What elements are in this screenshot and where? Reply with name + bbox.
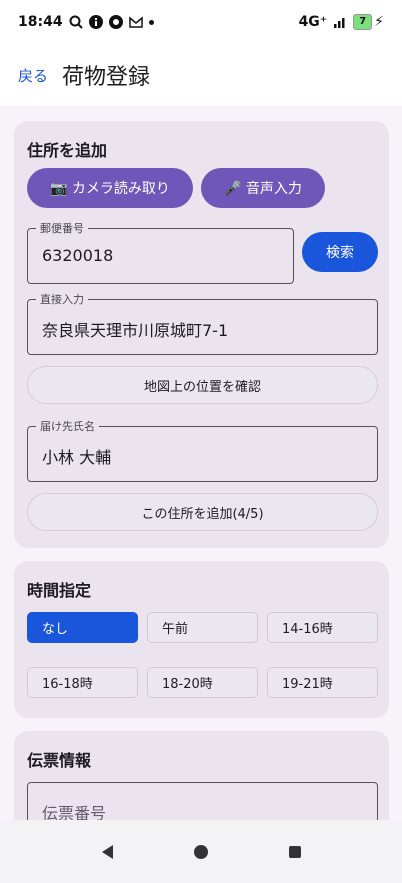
time-option-none[interactable]: なし <box>27 612 138 643</box>
battery-level: 7 <box>353 14 373 30</box>
recipient-name-field[interactable]: 届け先氏名 小林 大輔 <box>27 418 378 482</box>
postal-code-field[interactable]: 郵便番号 6320018 <box>27 220 294 284</box>
postal-code-label: 郵便番号 <box>36 220 88 236</box>
address-card-title: 住所を追加 <box>27 141 108 160</box>
nav-back-button[interactable] <box>87 832 127 872</box>
slip-card-title: 伝票情報 <box>27 751 92 770</box>
vpn-icon <box>108 15 123 29</box>
time-option-morning[interactable]: 午前 <box>147 612 258 643</box>
time-option-18-20[interactable]: 18-20時 <box>147 667 258 698</box>
back-triangle-icon <box>101 844 113 859</box>
dot-icon <box>148 19 154 25</box>
charging-icon: ⚡ <box>374 14 384 30</box>
signal-icon <box>334 18 345 28</box>
search-icon <box>69 15 83 29</box>
direct-input-field[interactable]: 直接入力 奈良県天理市川原城町7-1 <box>27 291 378 355</box>
nav-recents-button[interactable] <box>275 832 315 872</box>
recipient-name-value: 小林 大輔 <box>42 448 112 467</box>
time-option-14-16[interactable]: 14-16時 <box>267 612 378 643</box>
home-circle-icon <box>194 844 208 859</box>
address-card: 住所を追加 📷 カメラ読み取り 🎤 音声入力 郵便番号 6320018 検索 直… <box>14 121 389 548</box>
status-left: 18:44 <box>18 14 154 30</box>
system-nav-bar <box>0 820 402 883</box>
scroll-content[interactable]: 住所を追加 📷 カメラ読み取り 🎤 音声入力 郵便番号 6320018 検索 直… <box>0 106 402 820</box>
status-bar: 18:44 4G⁺ 7 ⚡ <box>0 0 402 44</box>
add-address-button[interactable]: この住所を追加(4/5) <box>27 493 378 531</box>
time-option-19-21[interactable]: 19-21時 <box>267 667 378 698</box>
postal-code-value: 6320018 <box>42 246 114 265</box>
page-title: 荷物登録 <box>62 65 151 90</box>
camera-read-button[interactable]: 📷 カメラ読み取り <box>27 168 193 208</box>
time-option-16-18[interactable]: 16-18時 <box>27 667 138 698</box>
status-time: 18:44 <box>18 14 63 30</box>
time-card-title: 時間指定 <box>27 581 92 600</box>
search-button[interactable]: 検索 <box>302 232 378 272</box>
recipient-name-label: 届け先氏名 <box>36 418 99 434</box>
confirm-map-location-button[interactable]: 地図上の位置を確認 <box>27 366 378 404</box>
slip-number-placeholder: 伝票番号 <box>42 804 107 820</box>
network-type: 4G⁺ <box>298 14 328 30</box>
time-designation-card: 時間指定 なし 午前 14-16時 16-18時 18-20時 19-21時 <box>14 561 389 718</box>
status-right: 4G⁺ 7 ⚡ <box>299 14 384 30</box>
mail-icon <box>128 16 143 28</box>
direct-input-value: 奈良県天理市川原城町7-1 <box>42 321 229 340</box>
nav-home-button[interactable] <box>181 832 221 872</box>
back-link[interactable]: 戻る <box>18 65 48 86</box>
recents-square-icon <box>289 845 301 858</box>
app-bar: 戻る 荷物登録 <box>0 44 402 106</box>
battery-icon: 7 ⚡ <box>353 14 384 30</box>
slip-info-card: 伝票情報 伝票番号 <box>14 731 389 820</box>
info-icon <box>88 15 103 29</box>
voice-input-button[interactable]: 🎤 音声入力 <box>201 168 325 208</box>
direct-input-label: 直接入力 <box>36 291 88 307</box>
slip-number-field[interactable]: 伝票番号 <box>27 782 378 820</box>
